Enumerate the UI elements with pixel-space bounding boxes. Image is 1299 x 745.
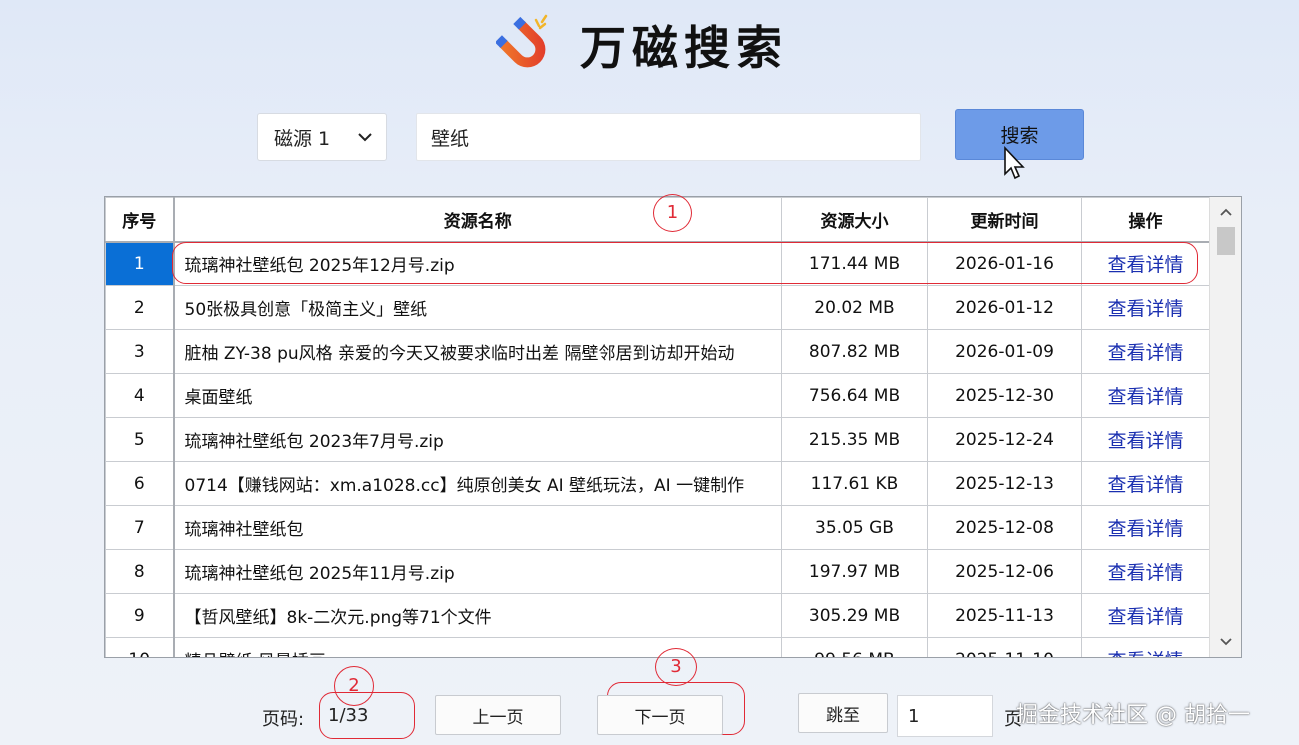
row-index: 9 bbox=[105, 593, 175, 638]
view-details-link[interactable]: 查看详情 bbox=[1107, 650, 1183, 657]
view-details-link[interactable]: 查看详情 bbox=[1107, 474, 1183, 496]
table-row[interactable]: 10 精品壁纸 风景插画 99.56 MB 2025-11-10 查看详情 bbox=[105, 637, 1210, 657]
row-size: 20.02 MB bbox=[781, 285, 928, 330]
header-index[interactable]: 序号 bbox=[105, 197, 175, 243]
row-name: 【哲风壁纸】8k-二次元.png等71个文件 bbox=[173, 593, 782, 638]
chevron-down-icon bbox=[358, 133, 372, 142]
row-index: 6 bbox=[105, 461, 175, 506]
jump-button[interactable]: 跳至 bbox=[798, 693, 888, 733]
source-select-value: 磁源 1 bbox=[274, 127, 331, 150]
source-select[interactable]: 磁源 1 bbox=[257, 113, 387, 161]
row-index: 3 bbox=[105, 329, 175, 374]
row-size: 99.56 MB bbox=[781, 637, 928, 657]
row-name: 脏柚 ZY-38 pu风格 亲爱的今天又被要求临时出差 隔壁邻居到访却开始动 bbox=[173, 329, 782, 374]
row-index: 10 bbox=[105, 637, 175, 657]
row-index: 1 bbox=[105, 241, 175, 286]
row-size: 807.82 MB bbox=[781, 329, 928, 374]
page-label: 页码: bbox=[262, 709, 305, 730]
header-operation[interactable]: 操作 bbox=[1081, 197, 1210, 243]
view-details-link[interactable]: 查看详情 bbox=[1107, 298, 1183, 320]
row-name: 桌面壁纸 bbox=[173, 373, 782, 418]
table-row[interactable]: 6 0714【赚钱网站：xm.a1028.cc】纯原创美女 AI 壁纸玩法，AI… bbox=[105, 461, 1210, 506]
row-time: 2025-12-24 bbox=[927, 417, 1082, 462]
view-details-link[interactable]: 查看详情 bbox=[1107, 386, 1183, 408]
mouse-cursor-icon bbox=[1004, 146, 1025, 180]
view-details-link[interactable]: 查看详情 bbox=[1107, 430, 1183, 452]
jump-page-input[interactable] bbox=[897, 695, 993, 737]
view-details-link[interactable]: 查看详情 bbox=[1107, 342, 1183, 364]
table-scrollbar[interactable] bbox=[1209, 197, 1241, 657]
row-name: 0714【赚钱网站：xm.a1028.cc】纯原创美女 AI 壁纸玩法，AI 一… bbox=[173, 461, 782, 506]
watermark: 掘金技术社区 @ 胡拾一 bbox=[1016, 703, 1250, 728]
row-index: 8 bbox=[105, 549, 175, 594]
next-page-button[interactable]: 下一页 bbox=[597, 695, 723, 735]
row-size: 215.35 MB bbox=[781, 417, 928, 462]
table-row[interactable]: 4 桌面壁纸 756.64 MB 2025-12-30 查看详情 bbox=[105, 373, 1210, 418]
row-time: 2025-12-06 bbox=[927, 549, 1082, 594]
scroll-up-icon[interactable] bbox=[1218, 205, 1234, 221]
row-index: 7 bbox=[105, 505, 175, 550]
annotation-highlight-row bbox=[172, 242, 1198, 284]
app-logo: 万磁搜索 bbox=[496, 14, 788, 76]
view-details-link[interactable]: 查看详情 bbox=[1107, 606, 1183, 628]
row-size: 197.97 MB bbox=[781, 549, 928, 594]
row-size: 305.29 MB bbox=[781, 593, 928, 638]
search-input[interactable] bbox=[416, 113, 921, 161]
row-name: 琉璃神社壁纸包 2023年7月号.zip bbox=[173, 417, 782, 462]
row-time: 2025-11-13 bbox=[927, 593, 1082, 638]
row-time: 2025-12-08 bbox=[927, 505, 1082, 550]
page-indicator: 1/33 bbox=[328, 705, 369, 726]
scrollbar-thumb[interactable] bbox=[1217, 227, 1235, 255]
row-size: 756.64 MB bbox=[781, 373, 928, 418]
header-time[interactable]: 更新时间 bbox=[927, 197, 1082, 243]
row-time: 2025-11-10 bbox=[927, 637, 1082, 657]
annotation-number-1: 1 bbox=[666, 202, 679, 223]
table-row[interactable]: 2 50张极具创意「极简主义」壁纸 20.02 MB 2026-01-12 查看… bbox=[105, 285, 1210, 330]
row-name: 50张极具创意「极简主义」壁纸 bbox=[173, 285, 782, 330]
row-time: 2025-12-13 bbox=[927, 461, 1082, 506]
row-time: 2026-01-12 bbox=[927, 285, 1082, 330]
table-row[interactable]: 5 琉璃神社壁纸包 2023年7月号.zip 215.35 MB 2025-12… bbox=[105, 417, 1210, 462]
header-size[interactable]: 资源大小 bbox=[781, 197, 928, 243]
annotation-number-3: 3 bbox=[670, 656, 682, 677]
row-size: 35.05 GB bbox=[781, 505, 928, 550]
table-row[interactable]: 3 脏柚 ZY-38 pu风格 亲爱的今天又被要求临时出差 隔壁邻居到访却开始动… bbox=[105, 329, 1210, 374]
table-row[interactable]: 8 琉璃神社壁纸包 2025年11月号.zip 197.97 MB 2025-1… bbox=[105, 549, 1210, 594]
row-size: 117.61 KB bbox=[781, 461, 928, 506]
table-row[interactable]: 9 【哲风壁纸】8k-二次元.png等71个文件 305.29 MB 2025-… bbox=[105, 593, 1210, 638]
row-name: 琉璃神社壁纸包 bbox=[173, 505, 782, 550]
row-time: 2025-12-30 bbox=[927, 373, 1082, 418]
magnet-icon bbox=[496, 14, 548, 68]
scroll-down-icon[interactable] bbox=[1218, 633, 1234, 649]
app-title: 万磁搜索 bbox=[580, 21, 788, 75]
row-index: 2 bbox=[105, 285, 175, 330]
view-details-link[interactable]: 查看详情 bbox=[1107, 562, 1183, 584]
row-name: 琉璃神社壁纸包 2025年11月号.zip bbox=[173, 549, 782, 594]
row-time: 2026-01-09 bbox=[927, 329, 1082, 374]
prev-page-button[interactable]: 上一页 bbox=[435, 695, 561, 735]
row-index: 4 bbox=[105, 373, 175, 418]
table-row[interactable]: 7 琉璃神社壁纸包 35.05 GB 2025-12-08 查看详情 bbox=[105, 505, 1210, 550]
row-index: 5 bbox=[105, 417, 175, 462]
view-details-link[interactable]: 查看详情 bbox=[1107, 518, 1183, 540]
